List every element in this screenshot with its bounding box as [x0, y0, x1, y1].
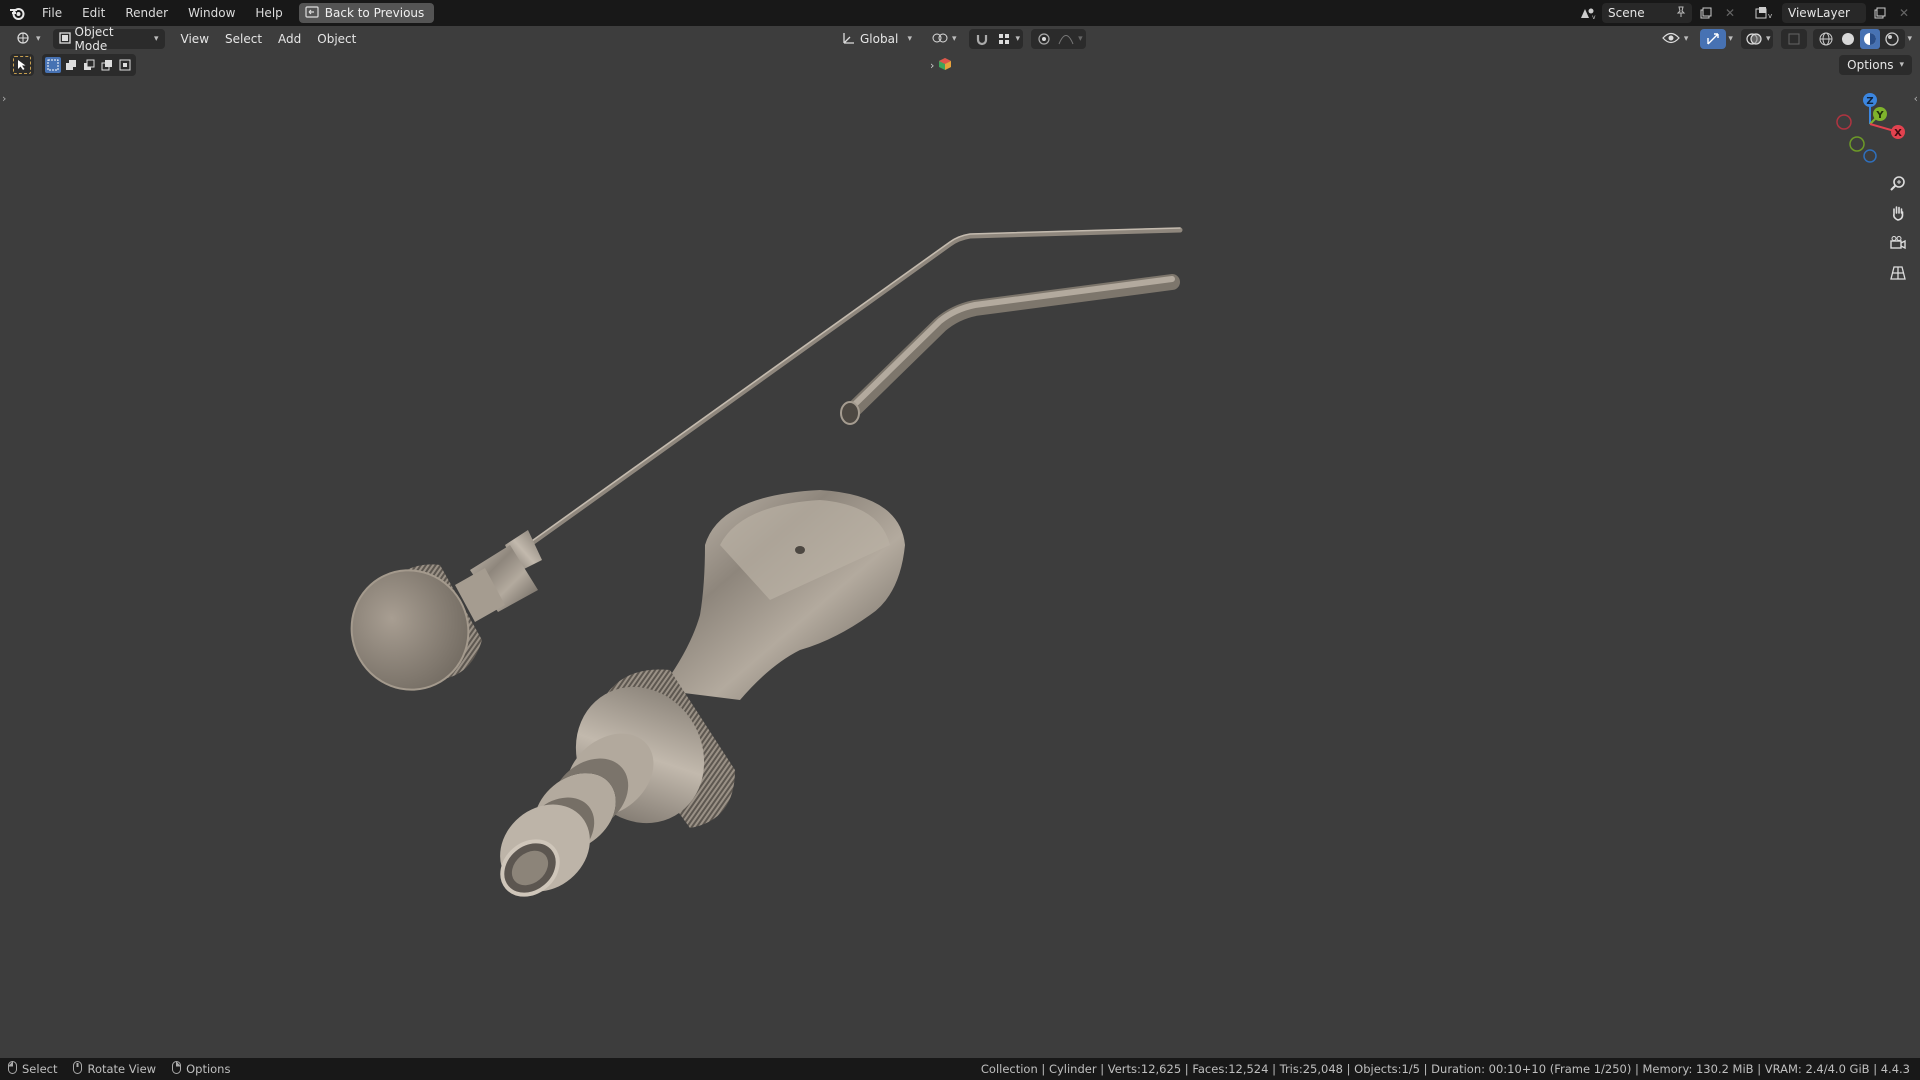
y-axis-icon[interactable]: Y — [1873, 107, 1887, 121]
xray-toggle[interactable] — [1781, 29, 1808, 49]
hint-rotate-view: Rotate View — [73, 1061, 156, 1077]
perspective-grid-icon[interactable] — [1885, 260, 1911, 286]
viewport-display-tools: ▾ ▾ ▾ ▾ — [1656, 29, 1912, 49]
shading-chevron-down-icon[interactable]: ▾ — [1907, 34, 1912, 44]
screen-back-icon — [305, 5, 319, 21]
scene-selector-icon[interactable]: v — [1578, 3, 1598, 23]
chevron-down-icon: ▾ — [36, 34, 41, 44]
overlays-toggle[interactable]: ▾ — [1740, 29, 1774, 49]
svg-text:v: v — [1768, 12, 1772, 20]
navigation-gizmo[interactable]: Z Y X — [1824, 86, 1914, 166]
scene-name-text: Scene — [1608, 6, 1645, 20]
gizmo-arrows-icon — [1703, 29, 1723, 49]
svg-text:Z: Z — [1866, 96, 1873, 107]
menu-render[interactable]: Render — [115, 0, 178, 26]
z-axis-icon[interactable]: Z — [1863, 93, 1877, 107]
negative-z-axis-icon[interactable] — [1863, 149, 1877, 163]
xray-icon — [1784, 29, 1804, 49]
new-view-layer-icon[interactable] — [1870, 3, 1890, 23]
pan-hand-icon[interactable] — [1885, 200, 1911, 226]
top-menu-bar: File Edit Render Window Help Back to Pre… — [0, 0, 1920, 26]
menu-view[interactable]: View — [173, 29, 217, 49]
pivot-link-icon — [932, 32, 948, 47]
hint-rotate-label: Rotate View — [87, 1062, 157, 1076]
chevron-down-icon: ▾ — [952, 34, 957, 44]
menu-file[interactable]: File — [32, 0, 72, 26]
status-bar: Select Rotate View Options Collection | … — [0, 1058, 1920, 1080]
svg-text:X: X — [1894, 128, 1902, 139]
transform-orientation-dropdown[interactable]: Global ▾ — [836, 29, 918, 49]
pin-icon[interactable] — [1676, 6, 1686, 21]
delete-scene-icon[interactable]: ✕ — [1720, 3, 1740, 23]
menu-window[interactable]: Window — [178, 0, 245, 26]
mouse-right-icon — [172, 1061, 182, 1077]
object-visibility-dropdown[interactable]: ▾ — [1656, 29, 1695, 49]
wireframe-shading-icon[interactable] — [1816, 29, 1836, 49]
shading-mode-group — [1813, 29, 1906, 49]
snap-magnet-icon[interactable] — [972, 29, 992, 49]
view-layer-field[interactable]: ViewLayer — [1782, 3, 1866, 23]
object-mode-dropdown[interactable]: Object Mode ▾ — [52, 25, 165, 53]
zoom-view-icon[interactable] — [1885, 170, 1911, 196]
transform-tools: Global ▾ ▾ ▾ ▾ — [836, 29, 1086, 49]
mouse-left-icon — [8, 1061, 17, 1077]
svg-text:Y: Y — [1875, 110, 1884, 121]
viewport-editor-icon — [16, 31, 32, 48]
menu-add[interactable]: Add — [270, 29, 309, 49]
camera-view-icon[interactable] — [1885, 230, 1911, 256]
viewport-3d[interactable] — [0, 52, 1920, 1056]
delete-view-layer-icon[interactable]: ✕ — [1894, 3, 1914, 23]
scene-statistics: Collection | Cylinder | Verts:12,625 | F… — [980, 1062, 1910, 1076]
chevron-down-icon: ▾ — [907, 34, 912, 44]
view-layer-text: ViewLayer — [1788, 6, 1850, 20]
mouse-middle-icon — [73, 1061, 83, 1077]
back-to-previous-button[interactable]: Back to Previous — [298, 3, 435, 23]
scene-name-field[interactable]: Scene — [1602, 3, 1692, 23]
object-mode-icon — [58, 31, 71, 47]
negative-x-axis-icon[interactable] — [1836, 114, 1852, 130]
view-layer-selector-icon[interactable]: v — [1752, 3, 1778, 23]
hint-options: Options — [172, 1061, 230, 1077]
snap-grid-icon[interactable] — [994, 29, 1014, 49]
pivot-point-dropdown[interactable]: ▾ — [926, 29, 963, 49]
back-to-previous-label: Back to Previous — [324, 6, 425, 20]
chevron-down-icon: ▾ — [1683, 34, 1689, 44]
solid-shading-icon[interactable] — [1838, 29, 1858, 49]
chevron-down-icon: ▾ — [1765, 34, 1771, 44]
proportional-editing-group: ▾ — [1031, 29, 1086, 49]
menu-help[interactable]: Help — [245, 0, 292, 26]
material-preview-icon[interactable] — [1860, 29, 1881, 49]
chevron-down-icon: ▾ — [154, 34, 159, 44]
snap-group: ▾ — [968, 29, 1024, 49]
menu-select[interactable]: Select — [217, 29, 270, 49]
orientation-label: Global — [860, 32, 899, 46]
hint-options-label: Options — [186, 1062, 231, 1076]
eye-visibility-icon — [1662, 32, 1680, 47]
chevron-down-icon[interactable]: ▾ — [1016, 34, 1021, 44]
blender-logo-icon[interactable] — [6, 2, 28, 24]
handle-body[interactable] — [483, 490, 905, 909]
gizmo-toggle[interactable] — [1700, 29, 1727, 49]
menu-object[interactable]: Object — [309, 29, 364, 49]
overlays-icon — [1744, 29, 1764, 49]
menu-edit[interactable]: Edit — [72, 0, 115, 26]
falloff-curve-icon[interactable] — [1056, 29, 1076, 49]
chevron-down-icon[interactable]: ▾ — [1078, 34, 1083, 44]
knurled-cap[interactable] — [332, 530, 542, 709]
gizmo-chevron-down-icon[interactable]: ▾ — [1728, 34, 1733, 44]
hint-select-label: Select — [22, 1062, 58, 1076]
hint-select: Select — [8, 1061, 57, 1077]
rendered-shading-icon[interactable] — [1882, 29, 1902, 49]
bent-tube[interactable] — [840, 274, 1180, 425]
object-mode-label: Object Mode — [74, 25, 114, 53]
orientation-axes-icon — [842, 31, 856, 48]
new-scene-icon[interactable] — [1696, 3, 1716, 23]
negative-y-axis-icon[interactable] — [1849, 136, 1865, 152]
svg-text:v: v — [1592, 14, 1596, 20]
x-axis-icon[interactable]: X — [1891, 125, 1905, 139]
proportional-editing-icon[interactable] — [1034, 29, 1054, 49]
editor-type-button[interactable]: ▾ — [10, 29, 47, 49]
